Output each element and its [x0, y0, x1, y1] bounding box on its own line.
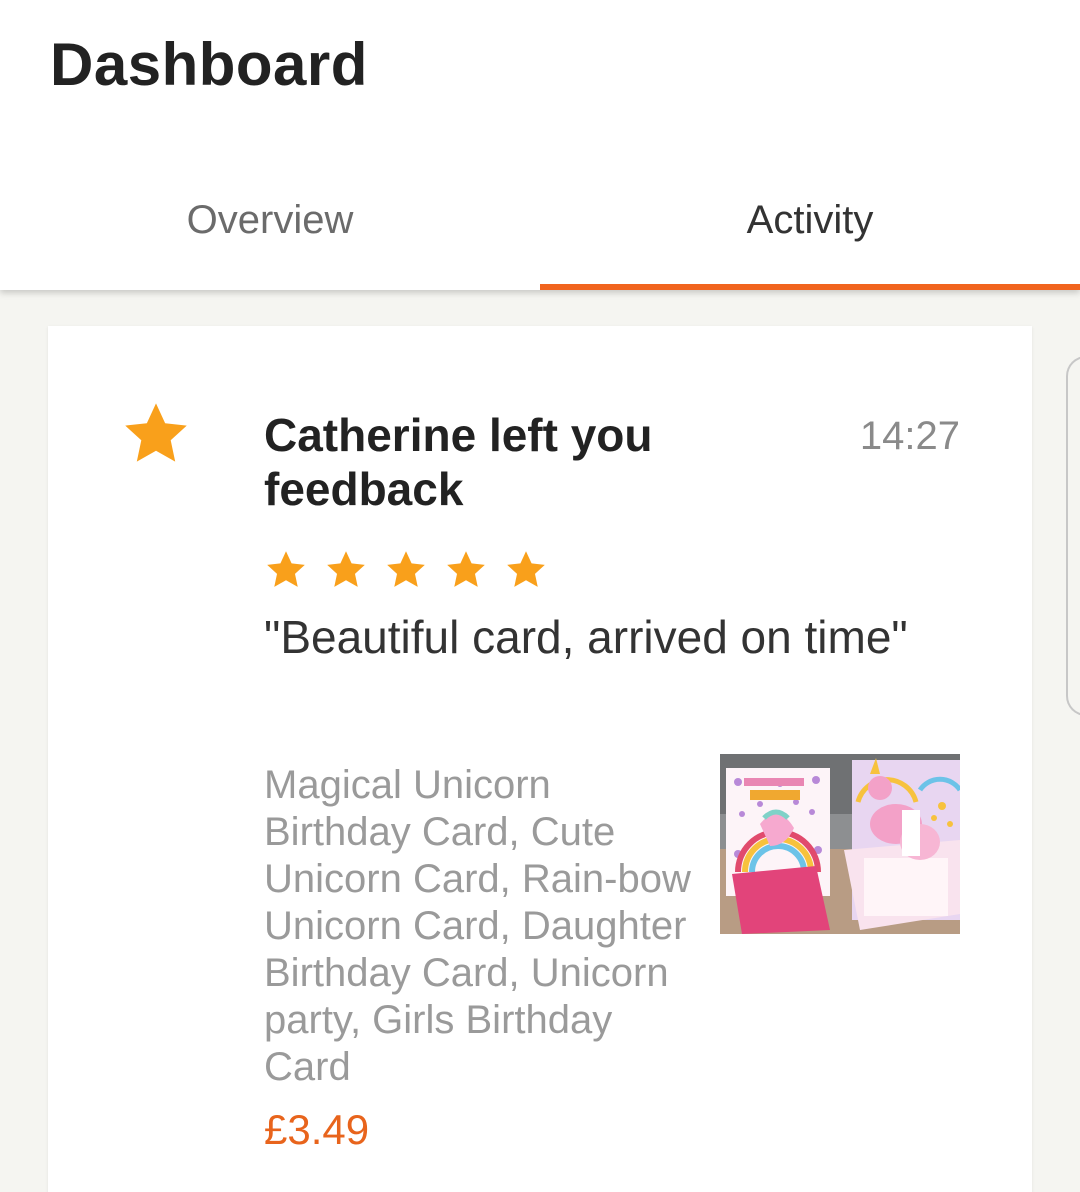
rating-star-icon	[447, 551, 485, 587]
app: Dashboard Overview Activity Catherine le…	[0, 0, 1080, 1192]
rating-star-icon	[267, 551, 305, 587]
side-drawer-handle[interactable]	[1066, 356, 1080, 716]
star-rating	[264, 548, 548, 592]
review-text: "Beautiful card, arrived on time"	[264, 611, 908, 663]
rating-star-icon	[507, 551, 545, 587]
page-title: Dashboard	[50, 31, 368, 98]
product-image[interactable]	[720, 754, 960, 934]
tab-bar: Overview Activity	[0, 160, 1080, 290]
listing-price: £3.49	[264, 1106, 370, 1153]
listing-title-link[interactable]: Magical Unicorn Birthday Card, Cute Unic…	[264, 762, 704, 1091]
activity-time: 14:27	[859, 414, 960, 458]
tab-overview-label: Overview	[186, 198, 354, 242]
activity-title: Catherine left you feedback	[264, 409, 653, 515]
tab-activity-label: Activity	[746, 198, 874, 242]
rating-star-icon	[327, 551, 365, 587]
tab-activity[interactable]: Activity	[540, 160, 1080, 290]
header: Dashboard Overview Activity	[0, 0, 1080, 290]
star-icon	[120, 398, 192, 470]
activity-card[interactable]: Catherine left you feedback 14:27 "Beaut…	[48, 326, 1032, 1192]
tab-overview[interactable]: Overview	[0, 160, 540, 290]
rating-star-icon	[387, 551, 425, 587]
